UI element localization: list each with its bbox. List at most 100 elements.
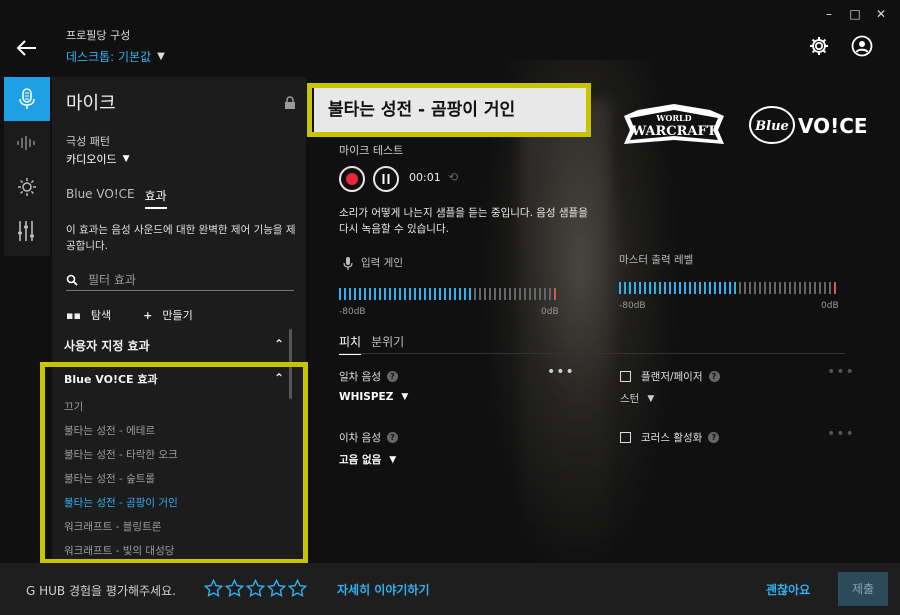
meter-segment [669, 282, 671, 294]
primary-voice-dropdown[interactable]: WHISPEZ ▼ [339, 391, 408, 403]
meter-segment [689, 282, 691, 294]
help-icon[interactable]: ? [386, 432, 398, 443]
close-button[interactable]: ✕ [868, 6, 894, 22]
custom-effects-title: 사용자 지정 효과 [64, 339, 150, 353]
star-rating[interactable] [204, 579, 307, 598]
microphone-icon [19, 88, 35, 109]
star-icon[interactable] [204, 579, 223, 598]
meter-segment [554, 288, 556, 300]
meter-segment [359, 288, 361, 300]
chevron-down-icon: ▼ [389, 454, 397, 465]
star-icon[interactable] [288, 579, 307, 598]
ghub-window: – □ ✕ 프로필당 구성 데스크톱: 기본값 ▼ 마이크 극성 패턴 카디오이… [0, 0, 900, 615]
tab-effects[interactable]: 효과 [144, 187, 167, 209]
secondary-voice-label-group: 이차 음성 ? [339, 430, 398, 445]
pause-icon [382, 174, 390, 184]
meter-segment [474, 288, 476, 300]
window-controls: – □ ✕ [816, 6, 894, 22]
panel-actions: ▪▪ 탐색 + 만들기 [66, 307, 193, 323]
search-icon [66, 274, 78, 286]
rail-lighting[interactable] [4, 165, 50, 209]
flanger-checkbox[interactable] [620, 371, 631, 382]
pause-button[interactable] [373, 166, 399, 192]
explore-button[interactable]: ▪▪ 탐색 [66, 307, 111, 323]
loop-icon[interactable]: ⟲ [448, 170, 458, 184]
lock-icon[interactable] [284, 95, 296, 109]
more-options-icon[interactable]: ••• [827, 364, 855, 380]
flanger-label-group: 플랜저/페이저 ? [620, 369, 720, 384]
primary-voice-label: 일차 음성 [339, 371, 381, 383]
polar-pattern-dropdown[interactable]: 카디오이드 ▼ [66, 151, 130, 167]
secondary-voice-label: 이차 음성 [339, 432, 381, 444]
meter-segment [809, 282, 811, 294]
meter-segment [769, 282, 771, 294]
meter-segment [439, 288, 441, 300]
meter-segment [349, 288, 351, 300]
meter-segment [694, 282, 696, 294]
tab-ambience[interactable]: 분위기 [371, 333, 404, 355]
star-icon[interactable] [225, 579, 244, 598]
help-icon[interactable]: ? [386, 371, 398, 382]
meter-segment [784, 282, 786, 294]
secondary-voice-dropdown[interactable]: 고음 없음 ▼ [339, 452, 396, 467]
chorus-label-group: 코러스 활성화 ? [620, 430, 720, 445]
input-gain-meter[interactable] [339, 288, 561, 300]
more-options-icon[interactable]: ••• [827, 426, 855, 442]
rail-equalizer[interactable] [4, 209, 50, 253]
meter-segment [714, 282, 716, 294]
meter-segment [419, 288, 421, 300]
meter-segment [774, 282, 776, 294]
polar-pattern-label: 극성 패턴 [66, 135, 110, 148]
no-thanks-button[interactable]: 괜찮아요 [766, 581, 810, 598]
sun-icon [18, 178, 36, 196]
meter-segment [814, 282, 816, 294]
meter-segment [504, 288, 506, 300]
meter-segment [354, 288, 356, 300]
tab-pitch[interactable]: 피치 [339, 333, 362, 355]
submit-button[interactable]: 제출 [838, 572, 888, 606]
flanger-dropdown[interactable]: 스턴 ▼ [620, 391, 654, 406]
master-output-meter[interactable] [619, 282, 841, 294]
maximize-button[interactable]: □ [842, 6, 868, 22]
effect-subtabs: 피치 분위기 [339, 333, 404, 355]
meter-segment [659, 282, 661, 294]
meter-segment [529, 288, 531, 300]
account-icon[interactable] [851, 35, 873, 57]
svg-text:VO!CE: VO!CE [798, 114, 868, 138]
chevron-up-icon: ⌃ [273, 337, 284, 351]
meter-segment [804, 282, 806, 294]
flanger-value: 스턴 [620, 393, 640, 405]
star-icon[interactable] [267, 579, 286, 598]
help-icon[interactable]: ? [708, 371, 720, 382]
secondary-voice-value: 고음 없음 [339, 454, 382, 466]
star-icon[interactable] [246, 579, 265, 598]
tab-bluevoice[interactable]: Blue VO!CE [66, 187, 135, 209]
meter-segment [724, 282, 726, 294]
filter-effects-input[interactable]: 필터 효과 [66, 269, 294, 291]
chorus-checkbox[interactable] [620, 432, 631, 443]
meter-segment [339, 288, 341, 300]
record-button[interactable] [339, 166, 365, 192]
meter-segment [664, 282, 666, 294]
back-arrow-icon[interactable] [14, 38, 38, 58]
create-button[interactable]: + 만들기 [143, 307, 193, 323]
mic-test-label: 마이크 테스트 [339, 144, 404, 157]
meter-segment [384, 288, 386, 300]
primary-voice-value: WHISPEZ [339, 391, 394, 403]
meter-segment [679, 282, 681, 294]
rate-prompt: G HUB 경험을 평가해주세요. [26, 584, 176, 598]
meter-segment [704, 282, 706, 294]
meter-segment [484, 288, 486, 300]
output-max-label: 0dB [821, 301, 839, 311]
warcraft-logo: WORLD WARCRAFT [618, 100, 730, 152]
tell-more-link[interactable]: 자세히 이야기하기 [337, 581, 430, 598]
more-options-icon[interactable]: ••• [547, 364, 575, 380]
rail-waveform[interactable] [4, 121, 50, 165]
gear-icon[interactable] [808, 35, 830, 57]
rail-microphone[interactable] [4, 77, 50, 121]
svg-text:WORLD: WORLD [655, 113, 691, 123]
help-icon[interactable]: ? [708, 432, 720, 443]
custom-effects-header[interactable]: 사용자 지정 효과 ⌃ [64, 337, 284, 354]
minimize-button[interactable]: – [816, 6, 842, 22]
profile-selector[interactable]: 데스크톱: 기본값 ▼ [66, 48, 165, 65]
